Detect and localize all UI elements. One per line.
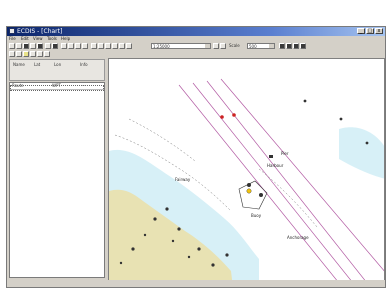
tool-button-23[interactable]: [30, 51, 36, 57]
tool-button-6[interactable]: [45, 43, 51, 49]
window-title: ECDIS - [Chart]: [17, 28, 63, 35]
title-bar: ECDIS - [Chart] _ □ x: [7, 27, 385, 36]
tool-button-8[interactable]: [61, 43, 67, 49]
tool-button-11[interactable]: [82, 43, 88, 49]
waypoint-icon[interactable]: [220, 115, 224, 119]
item-list[interactable]: Route WPT ---: [9, 82, 105, 278]
zoom-out-button[interactable]: [286, 43, 292, 49]
tool-button-10[interactable]: [75, 43, 81, 49]
maximize-button[interactable]: □: [366, 28, 374, 34]
scale-label: Scale: [229, 43, 240, 48]
header-lat[interactable]: Lat: [34, 62, 40, 67]
secondary-toolbar: [7, 50, 107, 58]
close-button[interactable]: x: [375, 28, 383, 34]
waypoint-icon[interactable]: [232, 113, 236, 117]
tool-button-14[interactable]: [105, 43, 111, 49]
map-label-pier: Pier: [281, 151, 289, 156]
tool-button-12[interactable]: [91, 43, 97, 49]
tool-button-3[interactable]: [23, 43, 29, 49]
tool-button-17[interactable]: [126, 43, 132, 49]
window-controls: _ □ x: [357, 28, 383, 34]
tool-button-24[interactable]: [37, 51, 43, 57]
header-name[interactable]: Name: [13, 62, 25, 67]
tool-button-22[interactable]: [23, 51, 29, 57]
app-icon: [9, 28, 15, 34]
tool-button-9[interactable]: [68, 43, 74, 49]
left-panel: Name Lat Lon Info Route WPT --- Ready: [8, 58, 107, 287]
scale-combo[interactable]: 1:25000: [151, 43, 211, 49]
tool-button-21[interactable]: [16, 51, 22, 57]
application-window: ECDIS - [Chart] _ □ x File Edit View Too…: [6, 26, 386, 288]
tool-button-1[interactable]: [9, 43, 15, 49]
tool-button-13[interactable]: [98, 43, 104, 49]
nautical-chart[interactable]: [109, 59, 385, 287]
tool-button-2[interactable]: [16, 43, 22, 49]
map-label-harbour: Harbour: [267, 163, 284, 168]
pan-button[interactable]: [293, 43, 299, 49]
tool-button-19[interactable]: [220, 43, 226, 49]
minimize-button[interactable]: _: [357, 28, 365, 34]
zoom-in-button[interactable]: [279, 43, 285, 49]
map-label-fairway: Fairway: [175, 177, 191, 182]
vessel-icon[interactable]: [246, 188, 252, 194]
chart-view[interactable]: Fairway Harbour Pier Anchorage Buoy: [108, 58, 385, 287]
map-label-buoy: Buoy: [251, 213, 262, 218]
tool-button-4[interactable]: [30, 43, 36, 49]
tool-button-15[interactable]: [112, 43, 118, 49]
measure-button[interactable]: [300, 43, 306, 49]
tool-button-18[interactable]: [213, 43, 219, 49]
header-lon[interactable]: Lon: [54, 62, 61, 67]
tool-button-16[interactable]: [119, 43, 125, 49]
map-label-anchorage: Anchorage: [287, 235, 309, 240]
tool-button-7[interactable]: [52, 43, 58, 49]
tool-button-25[interactable]: [44, 51, 50, 57]
beacon-icon: [269, 155, 273, 158]
value-combo[interactable]: 500: [247, 43, 275, 49]
tool-button-5[interactable]: [37, 43, 43, 49]
header-info[interactable]: Info: [80, 62, 88, 67]
main-toolbar: 1:25000 Scale 500: [7, 42, 385, 50]
panel-header: Name Lat Lon Info: [9, 59, 105, 81]
status-bar: [7, 280, 385, 287]
tool-button-20[interactable]: [9, 51, 15, 57]
selection-outline: [10, 85, 104, 91]
